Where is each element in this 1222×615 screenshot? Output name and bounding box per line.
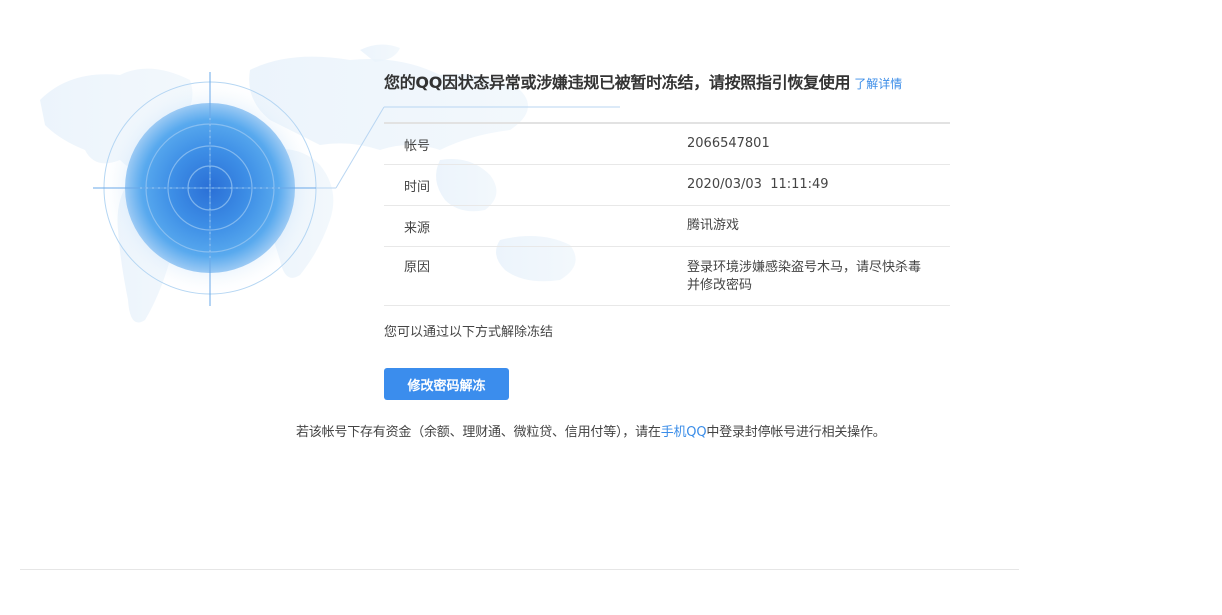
table-row-reason: 原因 登录环境涉嫌感染盗号木马，请尽快杀毒并修改密码 (384, 247, 950, 306)
account-label: 帐号 (404, 138, 431, 154)
table-row-account: 帐号 2066547801 (384, 124, 950, 165)
funds-notice-suffix: 中登录封停帐号进行相关操作。 (706, 425, 886, 440)
source-label: 来源 (404, 220, 431, 236)
footer-divider (20, 569, 1019, 570)
freeze-notice-heading: 您的QQ因状态异常或涉嫌违规已被暂时冻结，请按照指引恢复使用 (384, 73, 851, 92)
table-row-source: 来源 腾讯游戏 (384, 206, 950, 247)
source-value: 腾讯游戏 (687, 218, 740, 233)
reason-value: 登录环境涉嫌感染盗号木马，请尽快杀毒并修改密码 (687, 260, 922, 293)
time-label: 时间 (404, 179, 431, 195)
notice-title: 您的QQ因状态异常或涉嫌违规已被暂时冻结，请按照指引恢复使用 了解详情 (384, 71, 984, 95)
account-value: 2066547801 (687, 136, 770, 151)
funds-notice: 若该帐号下存有资金（余额、理财通、微粒贷、信用付等），请在手机QQ中登录封停帐号… (296, 424, 1016, 442)
learn-more-link[interactable]: 了解详情 (854, 77, 902, 91)
freeze-notice-page: 您的QQ因状态异常或涉嫌违规已被暂时冻结，请按照指引恢复使用 了解详情 帐号 20… (0, 0, 1222, 615)
account-info-table: 帐号 2066547801 时间 2020/03/03 11:11:49 来源 … (384, 122, 950, 306)
reason-label: 原因 (404, 260, 431, 275)
mobile-qq-link[interactable]: 手机QQ (661, 425, 707, 440)
change-password-unfreeze-button[interactable]: 修改密码解冻 (384, 368, 509, 400)
unfreeze-hint: 您可以通过以下方式解除冻结 (384, 325, 554, 340)
funds-notice-prefix: 若该帐号下存有资金（余额、理财通、微粒贷、信用付等），请在 (296, 425, 661, 440)
table-row-time: 时间 2020/03/03 11:11:49 (384, 165, 950, 206)
time-value: 2020/03/03 11:11:49 (687, 177, 829, 192)
